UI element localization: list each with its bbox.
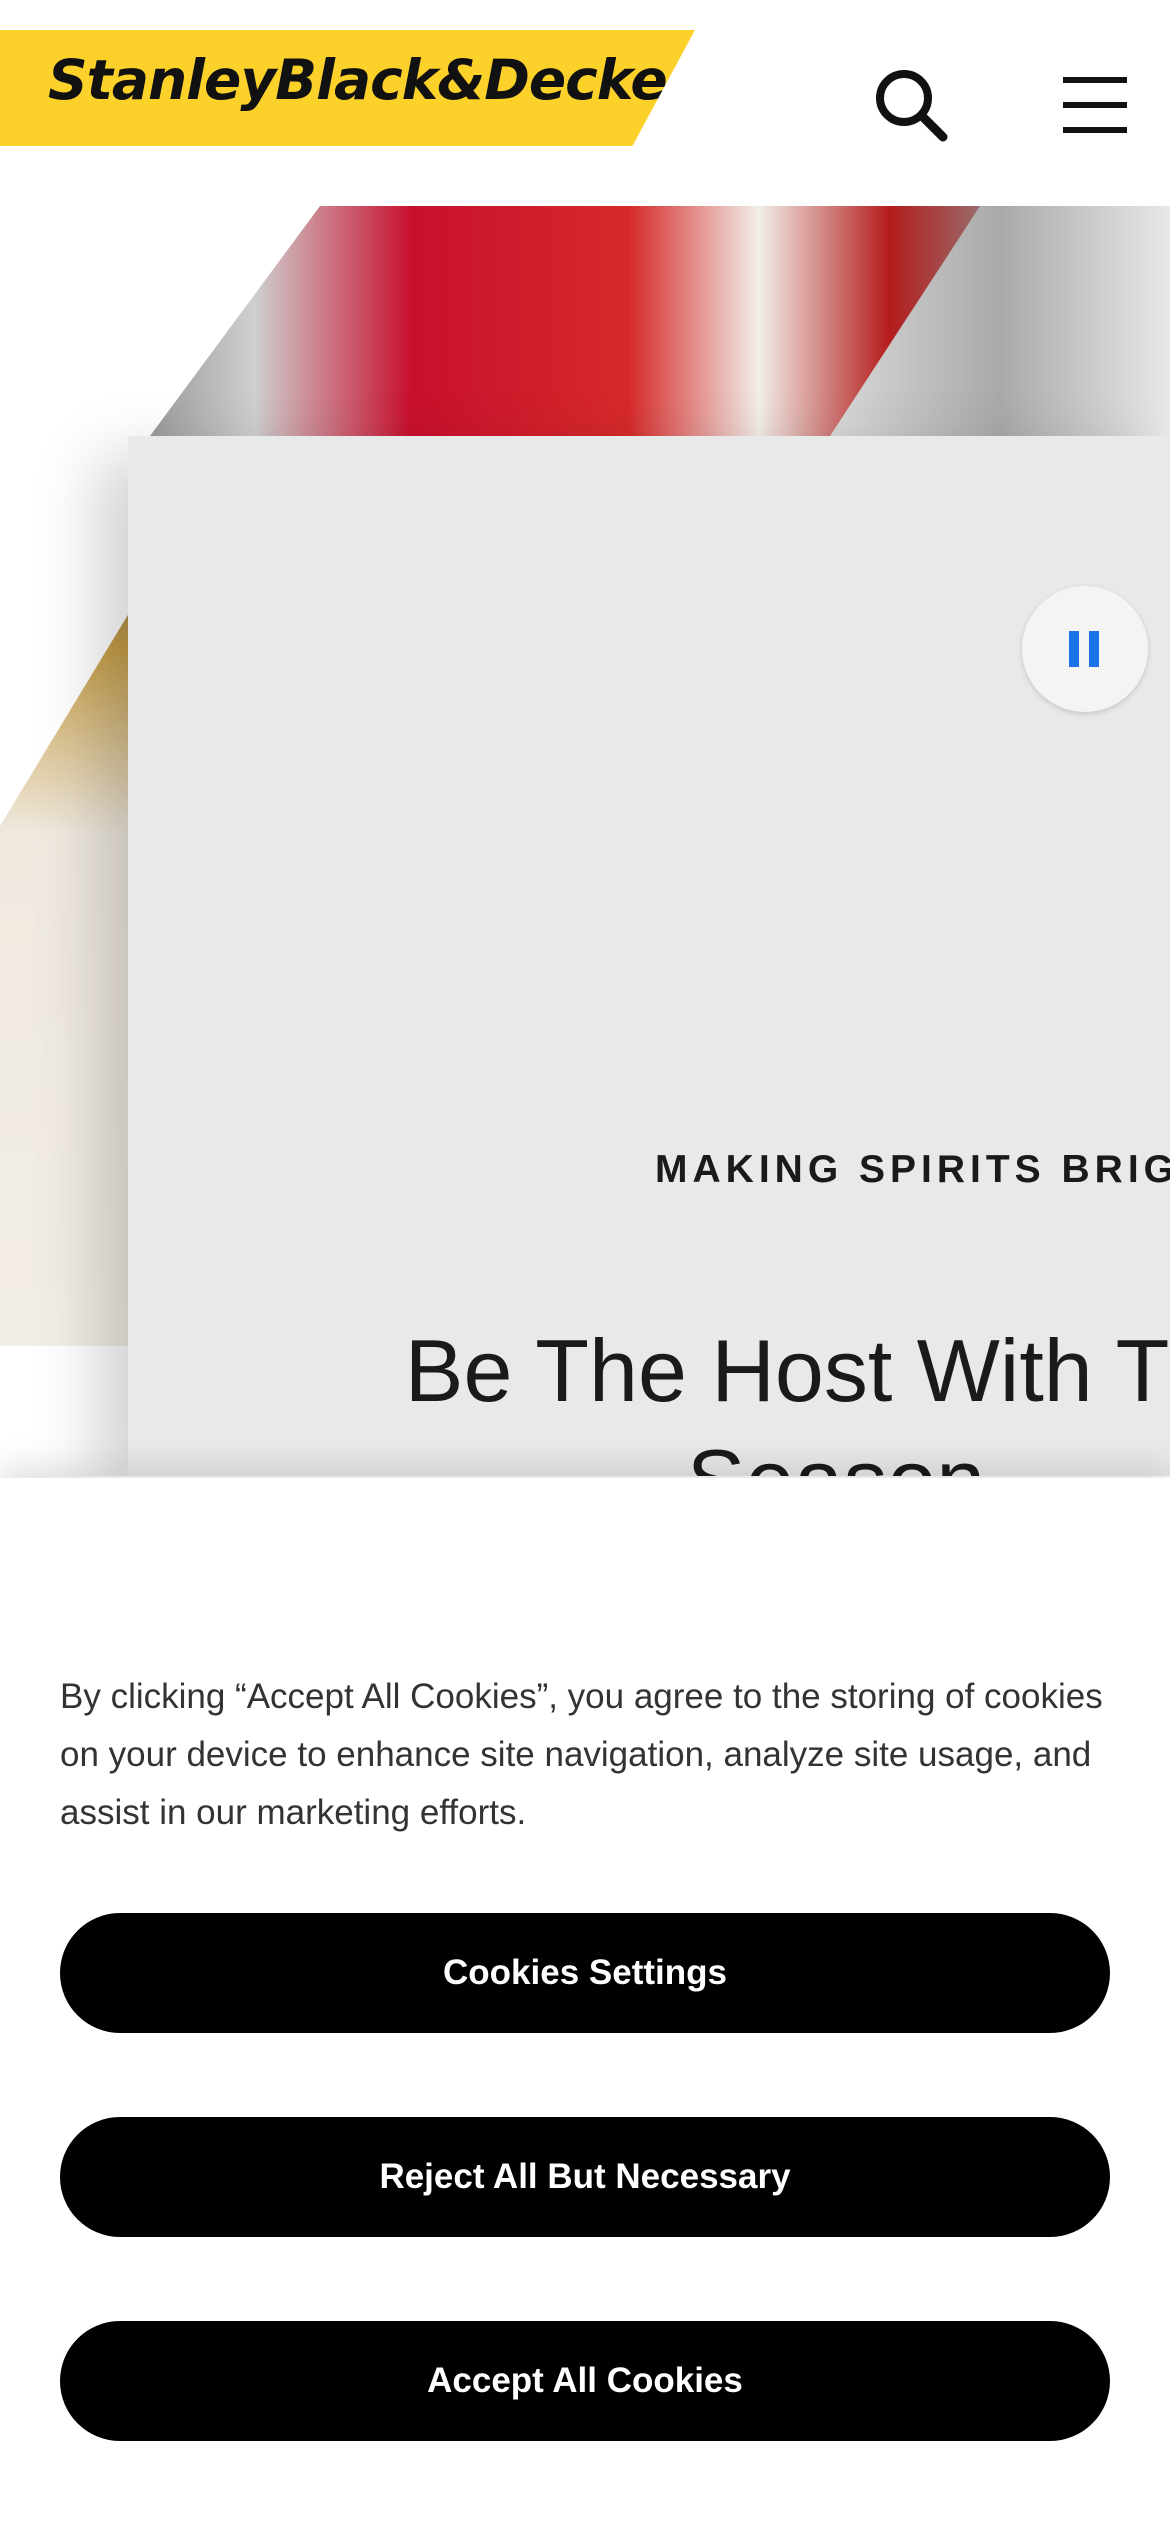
- hero-eyebrow: MAKING SPIRITS BRIG: [655, 1148, 1170, 1191]
- accept-all-cookies-button[interactable]: Accept All Cookies: [60, 2321, 1110, 2441]
- carousel-pause-button[interactable]: [1022, 586, 1148, 712]
- hero-carousel: MAKING SPIRITS BRIG Be The Host With The…: [0, 206, 1170, 1476]
- pause-icon: [1069, 631, 1099, 667]
- cookies-settings-button[interactable]: Cookies Settings: [60, 1913, 1110, 2033]
- search-button[interactable]: [866, 60, 956, 150]
- cookie-consent-text: By clicking “Accept All Cookies”, you ag…: [60, 1677, 1103, 1832]
- stanley-black-decker-logo[interactable]: StanleyBlack&Decker: [0, 30, 695, 146]
- search-icon: [876, 70, 948, 142]
- reject-all-button[interactable]: Reject All But Necessary: [60, 2117, 1110, 2237]
- logo-text: StanleyBlack&Decker: [48, 48, 694, 112]
- hamburger-menu-icon: [1063, 77, 1127, 133]
- hero-title: Be The Host With The Season: [404, 1321, 1170, 1476]
- cookie-consent-banner: By clicking “Accept All Cookies”, you ag…: [0, 1478, 1170, 2532]
- site-header: StanleyBlack&Decker: [0, 0, 1170, 206]
- hero-card: MAKING SPIRITS BRIG Be The Host With The…: [128, 436, 1170, 1476]
- menu-button[interactable]: [1050, 60, 1140, 150]
